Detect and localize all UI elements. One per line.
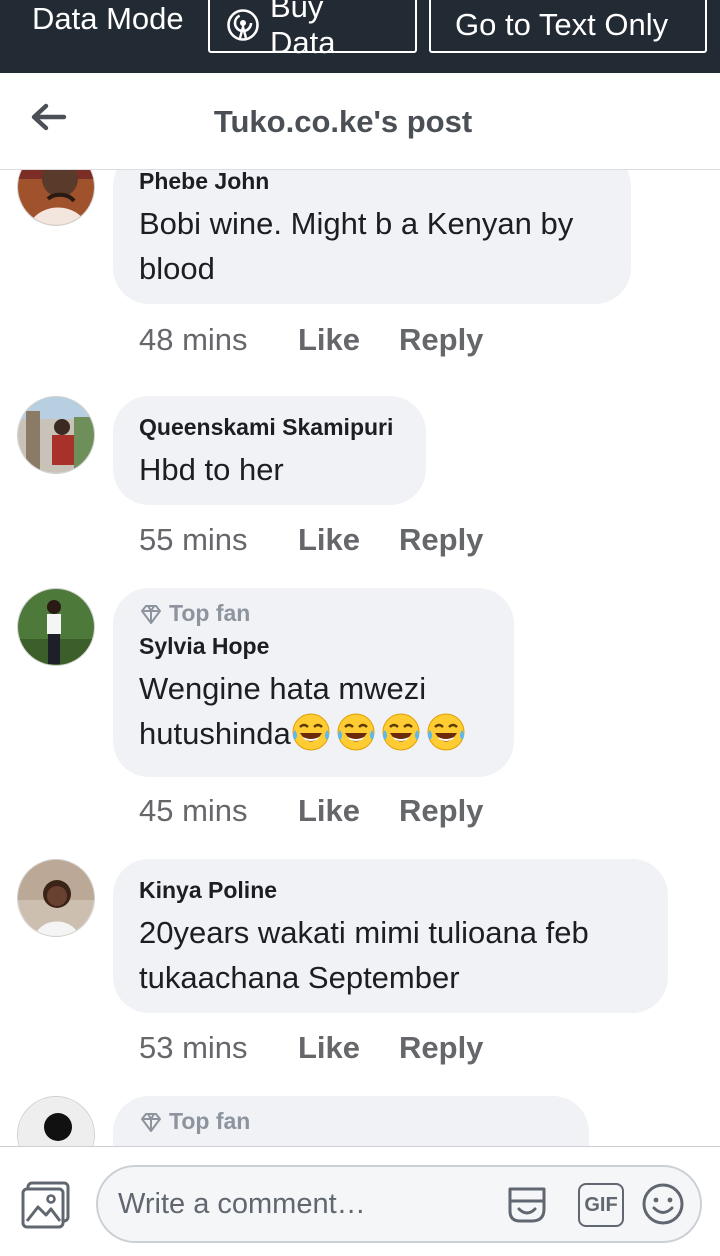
commenter-name[interactable]: Sylvia Hope: [139, 633, 488, 660]
commenter-name[interactable]: Queenskami Skamipuri: [139, 414, 400, 441]
page-title: Tuko.co.ke's post: [213, 104, 473, 139]
avatar[interactable]: [17, 170, 95, 226]
comment-text: Bobi wine. Might b a Kenyan by blood: [139, 206, 574, 286]
comment-meta: 53 mins Like Reply: [139, 1030, 483, 1066]
reply-button[interactable]: Reply: [399, 522, 483, 558]
tears-of-joy-emoji-icon: [427, 713, 465, 751]
reply-button[interactable]: Reply: [399, 1030, 483, 1066]
avatar[interactable]: [17, 1096, 95, 1146]
comment-meta: 45 mins Like Reply: [139, 793, 483, 829]
data-mode-label: Data Mode: [32, 1, 184, 36]
top-fan-label: Top fan: [169, 1108, 251, 1134]
emoji-group: [291, 713, 471, 751]
comment-meta: 55 mins Like Reply: [139, 522, 483, 558]
go-text-only-button[interactable]: Go to Text Only: [429, 0, 707, 53]
comment-time[interactable]: 55 mins: [139, 522, 298, 558]
comment-bubble[interactable]: Queenskami Skamipuri Hbd to her: [113, 396, 426, 505]
comment-meta: 48 mins Like Reply: [139, 322, 483, 358]
top-fan-badge: Top fan: [139, 600, 488, 627]
broadcast-icon: [226, 8, 260, 42]
comment-bubble[interactable]: Top fan: [113, 1096, 589, 1146]
comment-input[interactable]: [118, 1181, 488, 1227]
comment-time[interactable]: 53 mins: [139, 1030, 298, 1066]
gif-button[interactable]: GIF: [578, 1183, 624, 1227]
commenter-name[interactable]: Phebe John: [139, 170, 605, 195]
diamond-icon: [139, 1110, 163, 1134]
reply-button[interactable]: Reply: [399, 793, 483, 829]
comment-bubble[interactable]: Kinya Poline 20years wakati mimi tulioan…: [113, 859, 668, 1013]
comment-text: Wengine hata mwezi hutushinda: [139, 666, 488, 756]
comment-input-field[interactable]: GIF: [96, 1165, 702, 1243]
photo-icon[interactable]: [20, 1179, 72, 1231]
diamond-icon: [139, 602, 163, 626]
post-header: Tuko.co.ke's post: [0, 73, 720, 170]
comment-bubble[interactable]: Top fan Sylvia Hope Wengine hata mwezi h…: [113, 588, 514, 777]
buy-data-button[interactable]: Buy Data: [208, 0, 417, 60]
like-button[interactable]: Like: [298, 522, 399, 558]
comment-text: 20years wakati mimi tulioana feb tukaach…: [139, 915, 589, 995]
comment-bubble[interactable]: Phebe John Bobi wine. Might b a Kenyan b…: [113, 170, 631, 304]
avatar[interactable]: [17, 396, 95, 474]
like-button[interactable]: Like: [298, 793, 399, 829]
tears-of-joy-emoji-icon: [382, 713, 420, 751]
tears-of-joy-emoji-icon: [337, 713, 375, 751]
avatar[interactable]: [17, 859, 95, 937]
avatar[interactable]: [17, 588, 95, 666]
data-mode-bar: Data Mode Buy Data Go to Text Only: [0, 0, 720, 73]
top-fan-badge: Top fan: [139, 1108, 563, 1135]
sticker-icon[interactable]: [502, 1179, 552, 1229]
comments-list[interactable]: Phebe John Bobi wine. Might b a Kenyan b…: [0, 170, 720, 1146]
comment-time[interactable]: 45 mins: [139, 793, 298, 829]
comment-text: Hbd to her: [139, 452, 284, 487]
tears-of-joy-emoji-icon: [292, 713, 330, 751]
commenter-name[interactable]: Kinya Poline: [139, 877, 642, 904]
like-button[interactable]: Like: [298, 322, 399, 358]
like-button[interactable]: Like: [298, 1030, 399, 1066]
go-text-only-label: Go to Text Only: [455, 6, 669, 42]
comment-time[interactable]: 48 mins: [139, 322, 298, 358]
buy-data-label: Buy Data: [270, 0, 336, 60]
top-fan-label: Top fan: [169, 600, 251, 626]
emoji-icon[interactable]: [640, 1181, 686, 1227]
comment-composer: GIF: [0, 1146, 720, 1256]
reply-button[interactable]: Reply: [399, 322, 483, 358]
